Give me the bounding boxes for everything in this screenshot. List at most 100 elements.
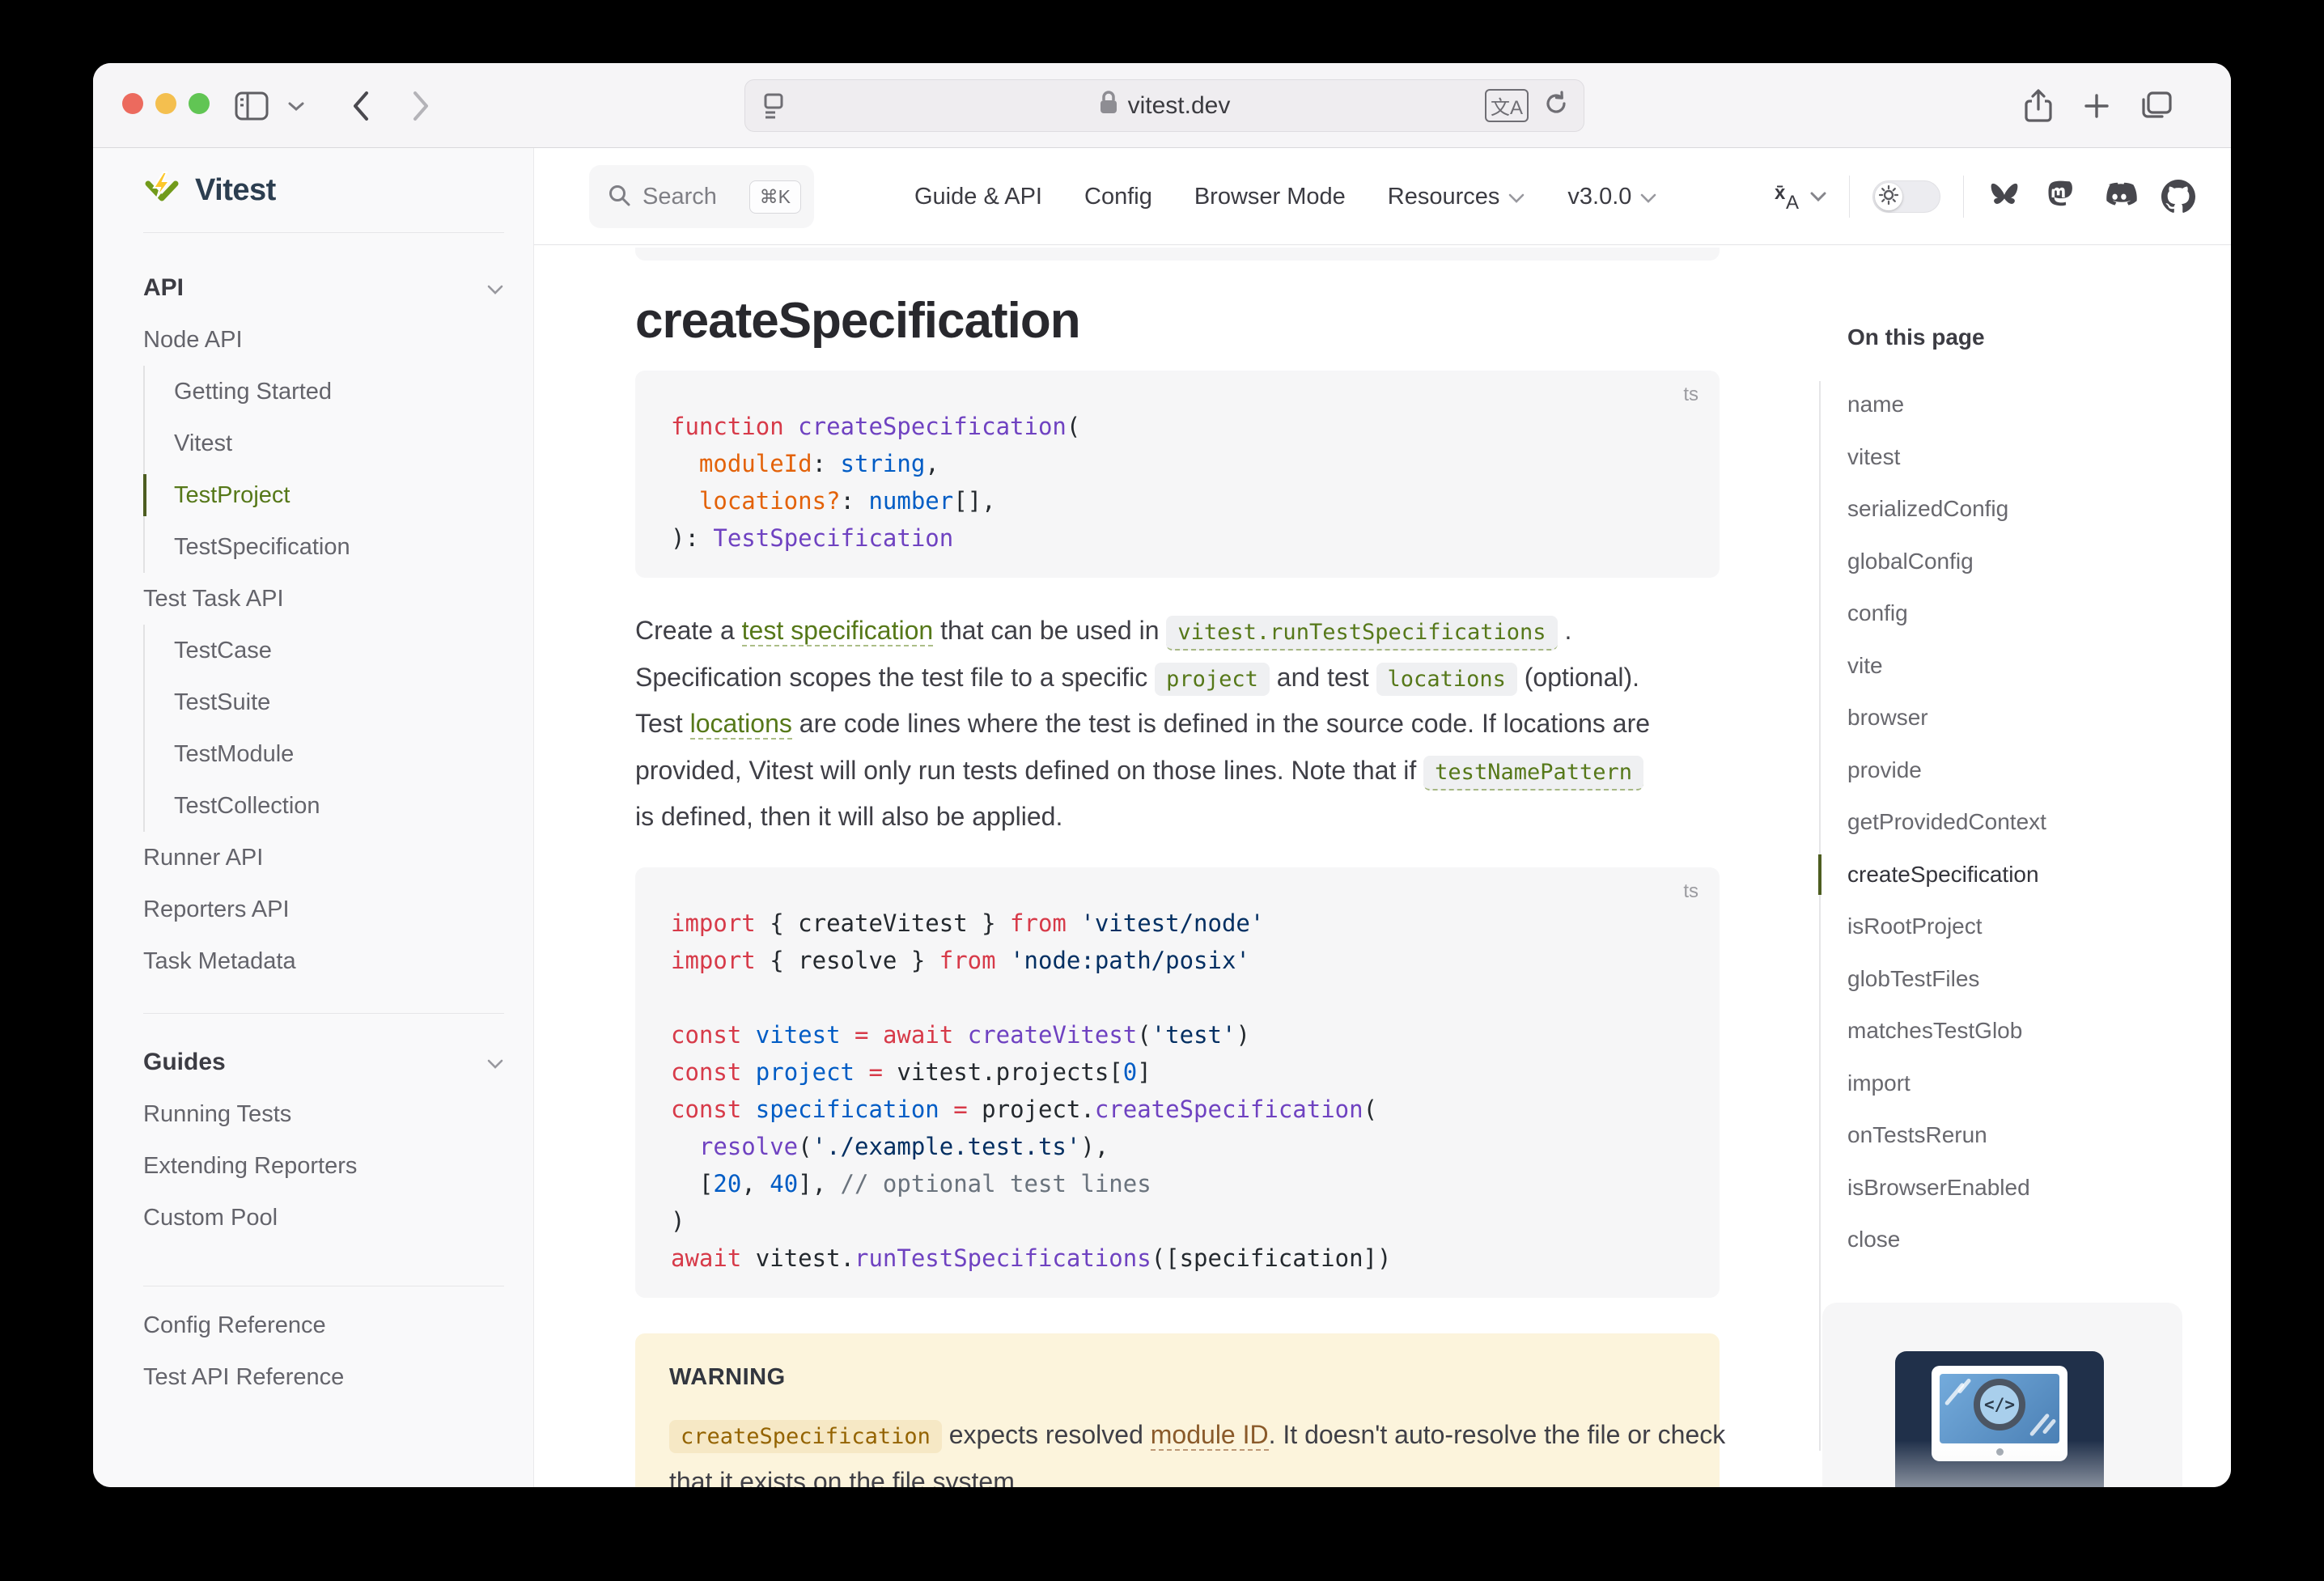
outline-item-globtestfiles[interactable]: globTestFiles bbox=[1847, 953, 2046, 1006]
outline-item-isrootproject[interactable]: isRootProject bbox=[1847, 901, 2046, 953]
outline-item-serializedconfig[interactable]: serializedConfig bbox=[1847, 483, 2046, 536]
sidebar-section-guides[interactable]: Guides bbox=[143, 1036, 504, 1088]
sidebar-item-test-api-reference[interactable]: Test API Reference bbox=[143, 1351, 504, 1403]
outline-item-matchestestglob[interactable]: matchesTestGlob bbox=[1847, 1005, 2046, 1058]
outline-item-browser[interactable]: browser bbox=[1847, 692, 2046, 744]
theme-toggle[interactable] bbox=[1872, 180, 1940, 213]
inline-link[interactable]: module ID bbox=[1151, 1420, 1269, 1451]
refresh-icon[interactable] bbox=[1543, 91, 1569, 121]
logo[interactable]: Vitest bbox=[143, 148, 504, 232]
zoom-window-button[interactable] bbox=[189, 93, 210, 114]
divider bbox=[1849, 176, 1850, 218]
code-line: const vitest = await createVitest('test'… bbox=[671, 1016, 1684, 1053]
nav-link-guide-api[interactable]: Guide & API bbox=[914, 184, 1042, 210]
close-window-button[interactable] bbox=[122, 93, 143, 114]
nav-link-label: v3.0.0 bbox=[1567, 184, 1631, 210]
github-icon[interactable] bbox=[2161, 180, 2195, 214]
svg-text:A: A bbox=[1786, 192, 1799, 212]
text-line: is defined, then it will also be applied… bbox=[635, 794, 1744, 841]
sponsor-card[interactable]: </> bbox=[1822, 1303, 2182, 1487]
sidebar-item-node-api[interactable]: Node API bbox=[143, 314, 504, 366]
outline-item-import[interactable]: import bbox=[1847, 1058, 2046, 1110]
sidebar-item-config-reference[interactable]: Config Reference bbox=[143, 1299, 504, 1351]
discord-icon[interactable] bbox=[2100, 181, 2139, 212]
nav-link-browser-mode[interactable]: Browser Mode bbox=[1194, 184, 1346, 210]
nav-link-resources[interactable]: Resources bbox=[1388, 184, 1526, 210]
sidebar: Vitest APINode APIGetting StartedVitestT… bbox=[93, 148, 534, 1487]
code-line: locations?: number[], bbox=[671, 482, 1684, 519]
code-line bbox=[671, 979, 1684, 1016]
sidebar-item-custom-pool[interactable]: Custom Pool bbox=[143, 1192, 504, 1244]
browser-toolbar: vitest.dev 文A bbox=[93, 63, 2231, 148]
sidebar-item-extending-reporters[interactable]: Extending Reporters bbox=[143, 1140, 504, 1192]
code-search-icon: </> bbox=[1974, 1379, 2025, 1431]
nav-link-label: Browser Mode bbox=[1194, 184, 1346, 210]
inline-code-link[interactable]: testNamePattern bbox=[1423, 756, 1643, 790]
outline-item-vite[interactable]: vite bbox=[1847, 640, 2046, 693]
outline-item-ontestsrerun[interactable]: onTestsRerun bbox=[1847, 1109, 2046, 1162]
on-this-page-title: On this page bbox=[1847, 324, 1985, 350]
sidebar-chevron-icon[interactable] bbox=[287, 63, 305, 148]
sidebar-item-testcollection[interactable]: TestCollection bbox=[145, 780, 504, 832]
minimize-window-button[interactable] bbox=[155, 93, 176, 114]
search-button[interactable]: Search ⌘K bbox=[589, 165, 814, 228]
forward-button[interactable] bbox=[410, 63, 431, 148]
outline-item-getprovidedcontext[interactable]: getProvidedContext bbox=[1847, 796, 2046, 849]
svg-text:x̄: x̄ bbox=[1775, 182, 1786, 204]
sidebar-item-testmodule[interactable]: TestModule bbox=[145, 728, 504, 780]
nav-link-v3-0-0[interactable]: v3.0.0 bbox=[1567, 184, 1657, 210]
outline-track bbox=[1819, 381, 1821, 1451]
back-button[interactable] bbox=[350, 63, 371, 148]
outline-item-vitest[interactable]: vitest bbox=[1847, 431, 2046, 484]
page-title: createSpecification bbox=[635, 292, 1080, 350]
sidebar-item-test-task-api[interactable]: Test Task API bbox=[143, 573, 504, 625]
outline-item-name[interactable]: name bbox=[1847, 379, 2046, 431]
sidebar-item-testcase[interactable]: TestCase bbox=[145, 625, 504, 676]
mastodon-icon[interactable] bbox=[2045, 180, 2077, 214]
sidebar-item-testproject[interactable]: TestProject bbox=[145, 469, 504, 521]
inline-link[interactable]: test specification bbox=[742, 616, 934, 646]
sidebar-item-runner-api[interactable]: Runner API bbox=[143, 832, 504, 884]
sidebar-item-vitest[interactable]: Vitest bbox=[145, 418, 504, 469]
sidebar-divider bbox=[143, 232, 504, 233]
outline-item-globalconfig[interactable]: globalConfig bbox=[1847, 536, 2046, 588]
code-line: import { resolve } from 'node:path/posix… bbox=[671, 942, 1684, 979]
code-line: import { createVitest } from 'vitest/nod… bbox=[671, 905, 1684, 942]
sidebar-item-testspecification[interactable]: TestSpecification bbox=[145, 521, 504, 573]
sidebar-toggle-icon[interactable] bbox=[234, 63, 269, 148]
new-tab-icon[interactable] bbox=[2082, 63, 2111, 148]
inline-code: project bbox=[1155, 663, 1270, 696]
logo-text: Vitest bbox=[195, 173, 276, 208]
sidebar-divider bbox=[143, 1013, 504, 1014]
outline-item-isbrowserenabled[interactable]: isBrowserEnabled bbox=[1847, 1162, 2046, 1214]
bluesky-icon[interactable] bbox=[1987, 180, 2022, 213]
tab-overview-icon[interactable] bbox=[2139, 63, 2173, 148]
nav-link-label: Config bbox=[1084, 184, 1152, 210]
code-block-example: ts import { createVitest } from 'vitest/… bbox=[635, 867, 1720, 1298]
nav-link-config[interactable]: Config bbox=[1084, 184, 1152, 210]
inline-code: locations bbox=[1376, 663, 1517, 696]
lock-icon bbox=[1099, 91, 1118, 121]
inline-link[interactable]: locations bbox=[690, 709, 792, 740]
outline-item-config[interactable]: config bbox=[1847, 587, 2046, 640]
share-icon[interactable] bbox=[2024, 63, 2053, 148]
warning-callout: WARNING createSpecification expects reso… bbox=[635, 1333, 1720, 1487]
nav-link-label: Guide & API bbox=[914, 184, 1042, 210]
translate-menu[interactable]: x̄A bbox=[1773, 181, 1826, 212]
sidebar-item-running-tests[interactable]: Running Tests bbox=[143, 1088, 504, 1140]
address-bar[interactable]: vitest.dev 文A bbox=[744, 79, 1584, 132]
text-line: Create a test specification that can be … bbox=[635, 608, 1744, 655]
sidebar-item-getting-started[interactable]: Getting Started bbox=[145, 366, 504, 418]
sidebar-item-task-metadata[interactable]: Task Metadata bbox=[143, 935, 504, 987]
outline-item-createspecification[interactable]: createSpecification bbox=[1847, 849, 2046, 901]
sidebar-item-testsuite[interactable]: TestSuite bbox=[145, 676, 504, 728]
inline-code-link[interactable]: vitest.runTestSpecifications bbox=[1166, 616, 1557, 651]
translate-icon[interactable]: 文A bbox=[1485, 89, 1529, 122]
sidebar-section-api[interactable]: API bbox=[143, 262, 504, 314]
vitest-logo-icon bbox=[143, 170, 180, 211]
sidebar-section-label: API bbox=[143, 274, 184, 302]
outline-item-close[interactable]: close bbox=[1847, 1214, 2046, 1266]
sidebar-item-reporters-api[interactable]: Reporters API bbox=[143, 884, 504, 935]
chevron-down-icon bbox=[486, 1049, 504, 1076]
outline-item-provide[interactable]: provide bbox=[1847, 744, 2046, 797]
